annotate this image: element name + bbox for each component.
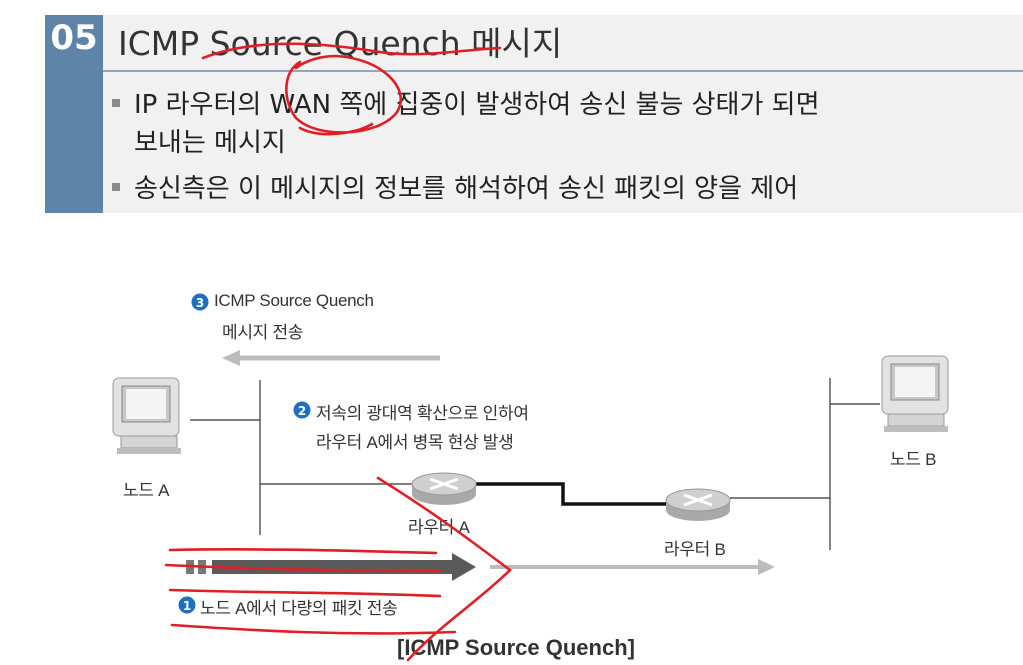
router-b-label: 라우터 B (664, 540, 726, 559)
figure-caption: [ICMP Source Quench] (397, 635, 635, 660)
router-icon (411, 472, 477, 505)
icmp-return-arrow (222, 350, 440, 366)
svg-text:3: 3 (196, 296, 204, 310)
step-1-badge: 1 (178, 596, 196, 614)
step-3-badge: 3 (191, 293, 209, 311)
step-3-line-1: ICMP Source Quench (214, 291, 374, 310)
router-a-label: 라우터 A (408, 518, 470, 537)
step-2-line-1: 저속의 광대역 확산으로 인하여 (316, 404, 529, 423)
svg-text:1: 1 (183, 599, 191, 613)
node-a-label: 노드 A (123, 481, 170, 500)
node-b-label: 노드 B (890, 450, 937, 469)
computer-icon (881, 355, 949, 432)
step-3-line-2: 메시지 전송 (222, 323, 304, 342)
network-links (190, 378, 880, 550)
computer-icon (112, 377, 181, 454)
step-1-text: 노드 A에서 다량의 패킷 전송 (200, 599, 398, 618)
step-2-line-2: 라우터 A에서 병목 현상 발생 (316, 433, 514, 452)
router-icon (665, 488, 731, 521)
step-2-badge: 2 (293, 401, 311, 419)
network-diagram: 3 2 1 (112, 293, 949, 614)
forward-arrow (490, 559, 775, 575)
packet-flow-arrow (186, 553, 476, 581)
wan-link (470, 482, 672, 506)
svg-text:2: 2 (298, 404, 306, 418)
